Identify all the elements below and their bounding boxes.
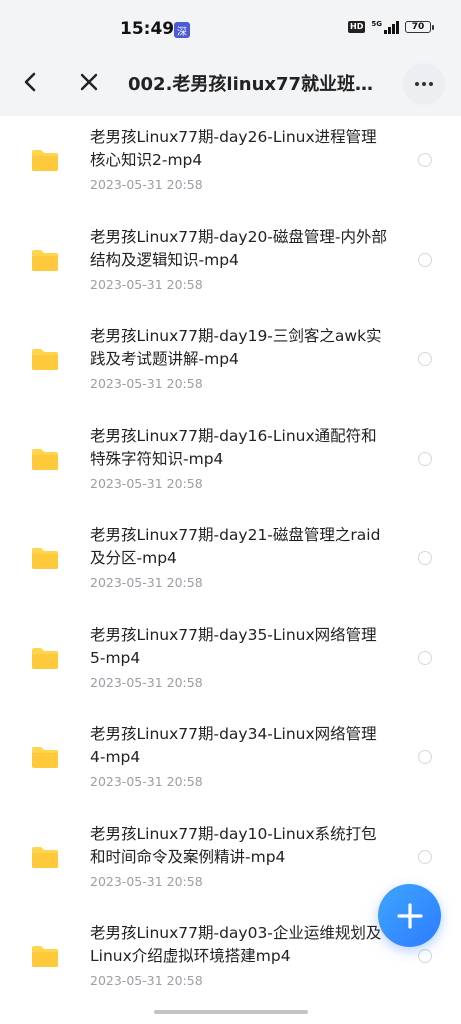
network-type: 5G — [371, 20, 382, 28]
list-item[interactable]: 老男孩Linux77期-day26-Linux进程管理核心知识2-mp4 2023… — [0, 116, 461, 216]
file-name: 老男孩Linux77期-day19-三剑客之awk实践及考试题讲解-mp4 — [90, 327, 382, 368]
folder-icon — [32, 747, 58, 768]
status-bar: 15:49 深 HD 5G 70 — [0, 0, 461, 48]
back-button[interactable] — [12, 64, 48, 100]
app-notification-icon: 深 — [174, 22, 190, 38]
status-indicators: HD 5G 70 — [348, 20, 434, 34]
select-radio[interactable] — [418, 352, 432, 366]
file-name: 老男孩Linux77期-day20-磁盘管理-内外部结构及逻辑知识-mp4 — [90, 227, 387, 269]
folder-icon — [32, 150, 58, 171]
file-date: 2023-05-31 20:58 — [90, 674, 203, 690]
plus-icon — [396, 902, 423, 929]
file-name: 老男孩Linux77期-day21-磁盘管理之raid及分区-mp4 — [90, 526, 381, 567]
file-date: 2023-05-31 20:58 — [90, 575, 203, 590]
list-item[interactable]: 老男孩Linux77期-day21-磁盘管理之raid及分区-mp4 2023-0… — [0, 514, 461, 614]
file-date: 2023-05-31 20:58 — [90, 376, 203, 391]
folder-icon — [32, 448, 58, 470]
folder-icon — [32, 647, 58, 669]
file-name: 老男孩Linux77期-day03-企业运维规划及Linux介绍虚拟环境搭建mp… — [90, 924, 382, 965]
file-name: 老男孩Linux77期-day35-Linux网络管理5-mp4 — [90, 625, 377, 667]
list-item[interactable]: 老男孩Linux77期-day16-Linux通配符和特殊字符知识-mp4 202… — [0, 415, 461, 515]
file-name: 老男孩Linux77期-day34-Linux网络管理4-mp4 — [90, 725, 377, 766]
select-radio[interactable] — [418, 849, 432, 864]
select-radio[interactable] — [418, 551, 432, 565]
select-radio[interactable] — [418, 252, 432, 267]
file-name: 老男孩Linux77期-day16-Linux通配符和特殊字符知识-mp4 — [90, 426, 377, 468]
file-date: 2023-05-31 20:58 — [90, 276, 203, 292]
file-date: 2023-05-31 20:58 — [90, 873, 203, 889]
list-item[interactable]: 老男孩Linux77期-day19-三剑客之awk实践及考试题讲解-mp4 202… — [0, 315, 461, 415]
list-item[interactable]: 老男孩Linux77期-day34-Linux网络管理4-mp4 2023-05-… — [0, 713, 461, 813]
folder-icon — [32, 846, 58, 868]
page-title: 002.老男孩linux77就业班基… — [128, 74, 386, 95]
file-date: 2023-05-31 20:58 — [90, 774, 203, 789]
folder-icon — [32, 349, 58, 370]
status-time: 15:49 — [120, 19, 175, 39]
close-icon — [80, 73, 98, 91]
list-item[interactable]: 老男孩Linux77期-day35-Linux网络管理5-mp4 2023-05-… — [0, 614, 461, 714]
select-radio[interactable] — [418, 949, 432, 963]
battery-level: 70 — [411, 22, 425, 32]
folder-icon — [32, 946, 58, 967]
file-date: 2023-05-31 20:58 — [90, 475, 203, 491]
add-button[interactable] — [378, 884, 441, 947]
folder-icon — [32, 249, 58, 271]
select-radio[interactable] — [418, 650, 432, 665]
file-name: 老男孩Linux77期-day10-Linux系统打包和时间命令及案例精讲-mp… — [90, 824, 377, 866]
folder-icon — [32, 548, 58, 569]
select-radio[interactable] — [418, 451, 432, 466]
more-button[interactable] — [403, 63, 445, 105]
hd-icon: HD — [348, 21, 366, 33]
file-name: 老男孩Linux77期-day26-Linux进程管理核心知识2-mp4 — [90, 128, 377, 169]
chevron-left-icon — [24, 72, 36, 92]
nav-bar: 002.老男孩linux77就业班基… — [0, 48, 461, 116]
file-list: 老男孩Linux77期-day26-Linux进程管理核心知识2-mp4 2023… — [0, 116, 461, 996]
list-item[interactable]: 老男孩Linux77期-day20-磁盘管理-内外部结构及逻辑知识-mp4 202… — [0, 216, 461, 316]
home-indicator[interactable] — [154, 1010, 308, 1014]
signal-icon: 5G — [371, 20, 399, 34]
select-radio[interactable] — [418, 750, 432, 764]
file-date: 2023-05-31 20:58 — [90, 973, 203, 988]
battery-icon: 70 — [405, 21, 434, 33]
file-date: 2023-05-31 20:58 — [90, 177, 203, 192]
more-icon — [415, 82, 419, 86]
close-button[interactable] — [71, 64, 107, 100]
select-radio[interactable] — [418, 153, 432, 167]
